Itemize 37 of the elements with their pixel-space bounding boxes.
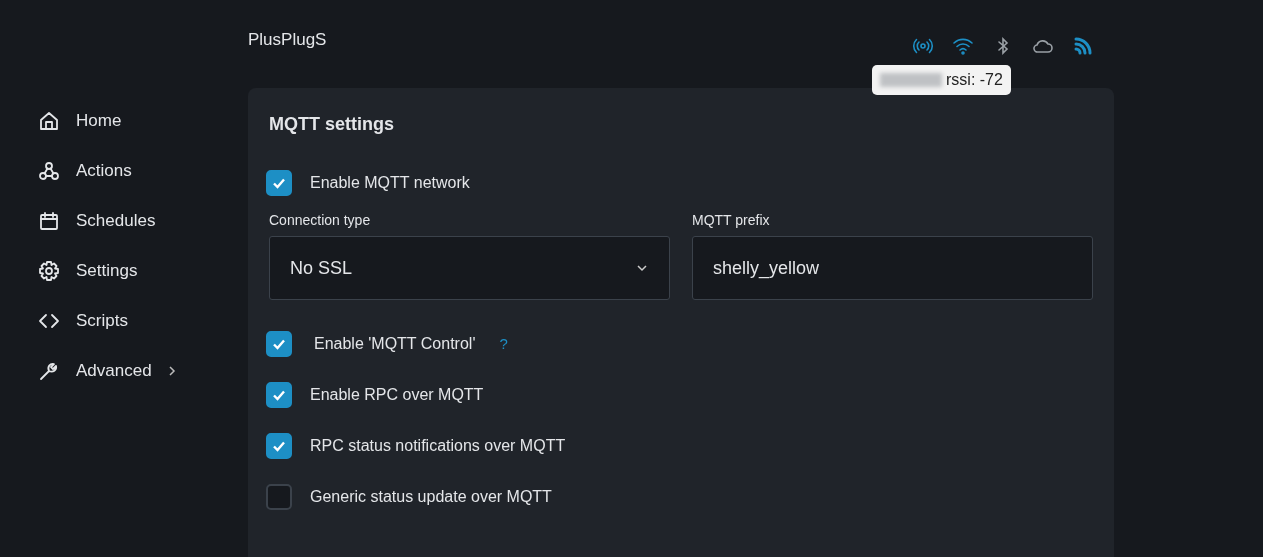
home-icon: [38, 110, 60, 132]
checkbox-label: Enable MQTT network: [310, 173, 470, 192]
field-label: MQTT prefix: [692, 212, 771, 228]
field-label: Connection type: [269, 212, 372, 228]
checkbox-label: Generic status update over MQTT: [310, 487, 552, 506]
checkbox[interactable]: [266, 432, 292, 459]
checkbox-label: RPC status notifications over MQTT: [310, 436, 566, 455]
input-field[interactable]: shelly_yellow: [692, 236, 1093, 300]
device-title: PlusPlugS: [248, 30, 327, 50]
sidebar-item[interactable]: Settings: [0, 246, 248, 296]
tooltip: rssi: -72: [872, 65, 1011, 95]
wrench-icon: [38, 360, 60, 382]
sidebar-label: Settings: [76, 261, 138, 281]
checkbox[interactable]: [266, 483, 292, 510]
help-link[interactable]: ?: [499, 335, 508, 352]
checkbox[interactable]: [266, 381, 292, 408]
calendar-icon: [38, 210, 60, 232]
checkbox[interactable]: [266, 169, 292, 196]
signal-waves-icon[interactable]: [1072, 35, 1094, 57]
sidebar-item[interactable]: Scripts: [0, 296, 248, 346]
checkbox[interactable]: [266, 330, 292, 357]
sidebar-item[interactable]: Home: [0, 96, 248, 146]
actions-icon: [38, 160, 60, 182]
sidebar-label: Schedules: [76, 211, 156, 231]
gear-icon: [38, 260, 60, 282]
checkbox-label: Enable 'MQTT Control': [314, 334, 476, 353]
sidebar-label: Actions: [76, 161, 132, 181]
select-field[interactable]: No SSL: [269, 236, 670, 300]
redacted-text: [880, 73, 942, 87]
sidebar-item[interactable]: Schedules: [0, 196, 248, 246]
sidebar-item[interactable]: Actions: [0, 146, 248, 196]
sidebar-item[interactable]: Advanced: [0, 346, 248, 396]
card-title: MQTT settings: [269, 114, 395, 135]
sidebar-label: Advanced: [76, 361, 152, 381]
sidebar-label: Scripts: [76, 311, 128, 331]
sidebar-label: Home: [76, 111, 122, 131]
checkbox-label: Enable RPC over MQTT: [310, 385, 484, 404]
